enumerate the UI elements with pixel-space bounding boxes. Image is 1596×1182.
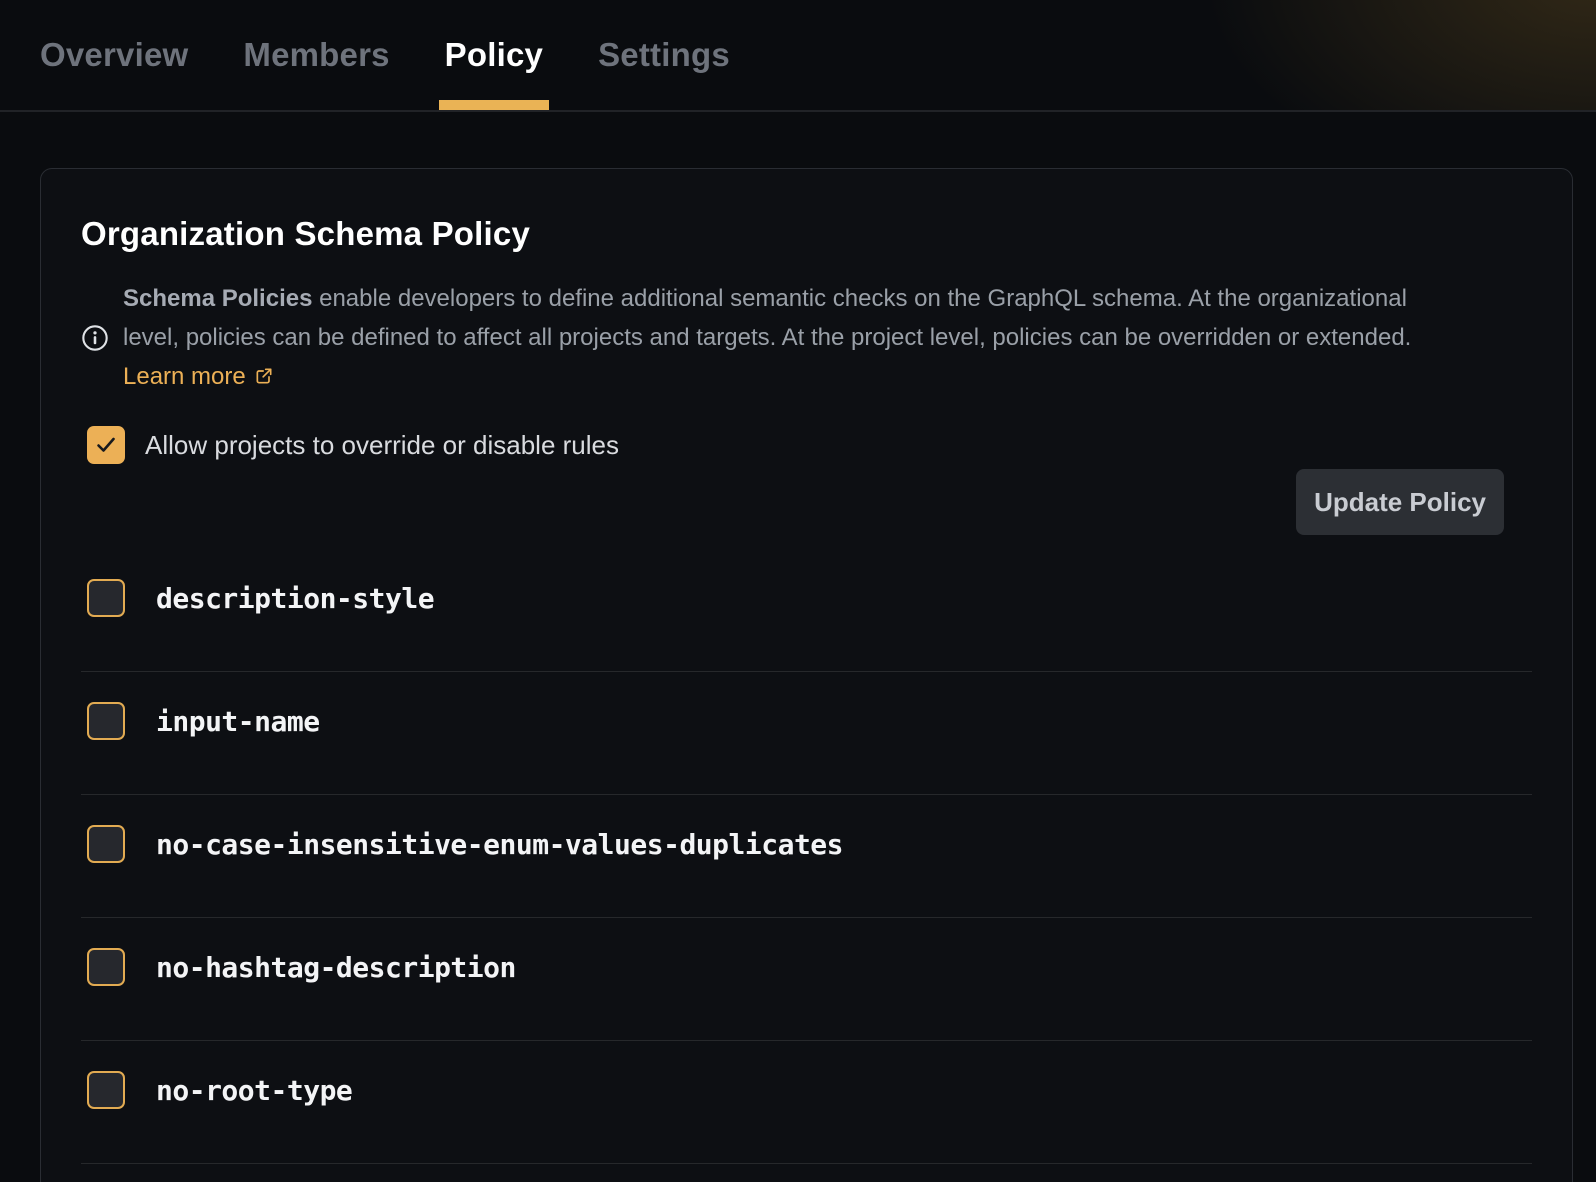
rule-checkbox[interactable] [87,702,125,740]
rule-checkbox[interactable] [87,579,125,617]
actions-row: Update Policy [81,469,1532,535]
tab-settings-label: Settings [598,36,730,74]
rule-row-input-name: input-name [81,672,1532,795]
rules-list: description-style input-name no-case-ins… [81,549,1532,1164]
rule-checkbox[interactable] [87,1071,125,1109]
tab-overview[interactable]: Overview [40,0,188,110]
rule-row-no-case-insensitive-enum-values-duplicates: no-case-insensitive-enum-values-duplicat… [81,795,1532,918]
rule-checkbox[interactable] [87,825,125,863]
allow-override-row[interactable]: Allow projects to override or disable ru… [81,426,619,464]
info-circle-icon [81,324,109,352]
update-policy-button[interactable]: Update Policy [1296,469,1504,535]
active-tab-indicator [439,100,549,110]
description-body: enable developers to define additional s… [123,285,1411,351]
allow-override-label: Allow projects to override or disable ru… [145,430,619,461]
rule-row-no-root-type: no-root-type [81,1041,1532,1164]
rule-name: input-name [156,705,320,738]
tab-policy-label: Policy [445,36,543,74]
policy-page: Organization Schema Policy Schema Polici… [0,168,1596,1182]
tab-overview-label: Overview [40,36,188,74]
rule-row-no-hashtag-description: no-hashtag-description [81,918,1532,1041]
rule-row-description-style: description-style [81,549,1532,672]
rule-name: description-style [156,582,434,615]
rule-name: no-case-insensitive-enum-values-duplicat… [156,828,843,861]
description-lead: Schema Policies [123,285,312,312]
tab-settings[interactable]: Settings [598,0,730,110]
external-link-icon [254,366,274,386]
learn-more-link[interactable]: Learn more [123,363,246,390]
page-title: Organization Schema Policy [81,215,1532,253]
rule-name: no-hashtag-description [156,951,516,984]
policy-description: Schema Policies enable developers to def… [81,279,1532,396]
tab-members-label: Members [243,36,389,74]
rule-checkbox[interactable] [87,948,125,986]
org-tab-bar: Overview Members Policy Settings [0,0,1596,112]
tab-policy[interactable]: Policy [445,0,543,110]
checkmark-icon [94,433,118,457]
rule-name: no-root-type [156,1074,352,1107]
tab-members[interactable]: Members [243,0,389,110]
organization-schema-policy-card: Organization Schema Policy Schema Polici… [40,168,1573,1182]
allow-override-checkbox[interactable] [87,426,125,464]
policy-description-text: Schema Policies enable developers to def… [123,279,1453,396]
